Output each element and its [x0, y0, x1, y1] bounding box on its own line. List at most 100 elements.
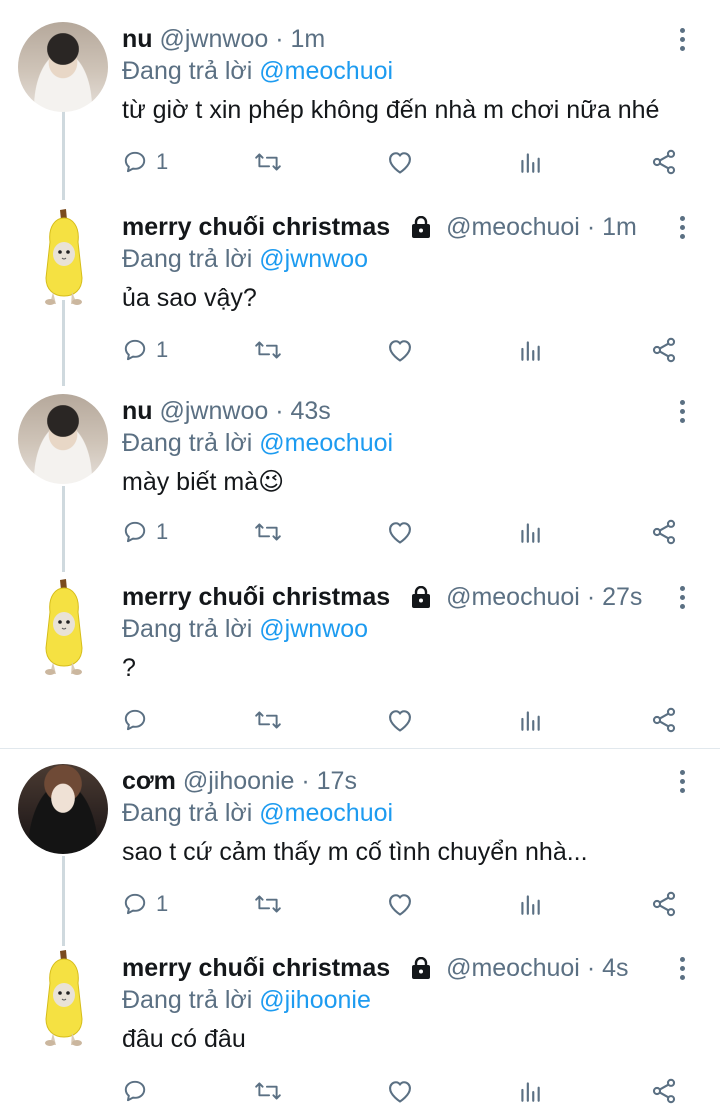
timestamp[interactable]: 27s [602, 583, 642, 611]
tweet-text: ủa sao vậy? [122, 284, 257, 312]
like-button[interactable] [386, 1073, 414, 1109]
reply-button[interactable] [122, 702, 156, 738]
user-handle[interactable]: @jwnwoo [160, 25, 269, 53]
heart-icon [389, 152, 411, 174]
action-bar: 1 [122, 514, 692, 550]
share-icon [652, 707, 676, 733]
tweet[interactable]: merry chuối christmas @meochuoi · 4s Đan… [0, 949, 720, 1116]
display-name[interactable]: nu [122, 25, 153, 53]
user-handle[interactable]: @meochuoi [446, 583, 580, 611]
share-button[interactable] [650, 332, 678, 368]
tweet-text-body: mày biết mà [122, 468, 259, 496]
reply-icon [124, 1080, 146, 1102]
retweet-button[interactable] [254, 702, 282, 738]
avatar[interactable] [18, 764, 108, 854]
analytics-icon [521, 341, 540, 361]
tweet[interactable]: merry chuối christmas @meochuoi · 1m Đan… [0, 208, 720, 380]
user-handle[interactable]: @jwnwoo [160, 397, 269, 425]
reply-button[interactable]: 1 [122, 886, 168, 922]
avatar[interactable] [36, 208, 92, 308]
like-button[interactable] [386, 144, 414, 180]
share-button[interactable] [650, 886, 678, 922]
analytics-button[interactable] [518, 144, 542, 180]
display-name[interactable]: merry chuối christmas [122, 213, 390, 241]
more-icon[interactable] [672, 398, 692, 428]
reply-context: Đang trả lời @jwnwoo [122, 242, 368, 276]
more-icon[interactable] [672, 955, 692, 985]
analytics-button[interactable] [518, 886, 542, 922]
reply-mention[interactable]: @meochuoi [259, 57, 393, 85]
share-icon [652, 519, 676, 545]
reply-mention[interactable]: @meochuoi [259, 429, 393, 457]
display-name[interactable]: nu [122, 397, 153, 425]
heart-icon [389, 522, 411, 544]
tweet[interactable]: nu @jwnwoo · 43s Đang trả lời @meochuoi … [0, 394, 720, 564]
display-name[interactable]: cơm [122, 767, 176, 795]
more-icon[interactable] [672, 26, 692, 56]
reply-button[interactable]: 1 [122, 332, 168, 368]
reply-mention[interactable]: @jwnwoo [259, 615, 368, 643]
timestamp[interactable]: 4s [602, 954, 628, 982]
analytics-button[interactable] [518, 1073, 542, 1109]
retweet-button[interactable] [254, 514, 282, 550]
display-name[interactable]: merry chuối christmas [122, 583, 390, 611]
tweet[interactable]: cơm @jihoonie · 17s Đang trả lời @meochu… [0, 764, 720, 934]
action-bar [122, 702, 692, 738]
timestamp-separator: · [301, 767, 310, 795]
tweet-text: đâu có đâu [122, 1025, 246, 1053]
analytics-icon [521, 895, 540, 915]
thread-divider [0, 748, 720, 749]
more-icon[interactable] [672, 584, 692, 614]
display-name[interactable]: merry chuối christmas [122, 954, 390, 982]
analytics-button[interactable] [518, 332, 542, 368]
like-button[interactable] [386, 886, 414, 922]
retweet-button[interactable] [254, 886, 282, 922]
avatar[interactable] [18, 22, 108, 112]
timestamp[interactable]: 1m [291, 25, 326, 53]
share-button[interactable] [650, 514, 678, 550]
heart-icon [389, 340, 411, 362]
retweet-button[interactable] [254, 1073, 282, 1109]
avatar[interactable] [18, 394, 108, 484]
user-handle[interactable]: @meochuoi [446, 213, 580, 241]
tweet-header: nu @jwnwoo · 1m [122, 22, 325, 56]
heart-icon [389, 1081, 411, 1103]
reply-button[interactable] [122, 1073, 156, 1109]
analytics-icon [521, 711, 540, 731]
reply-count: 1 [156, 337, 169, 362]
user-handle[interactable]: @meochuoi [446, 954, 580, 982]
analytics-button[interactable] [518, 702, 542, 738]
retweet-button[interactable] [254, 144, 282, 180]
like-button[interactable] [386, 514, 414, 550]
more-icon[interactable] [672, 768, 692, 798]
lock-icon [412, 216, 431, 239]
like-button[interactable] [386, 332, 414, 368]
more-icon[interactable] [672, 214, 692, 244]
avatar[interactable] [36, 949, 92, 1049]
retweet-icon [255, 711, 281, 729]
user-handle[interactable]: @jihoonie [183, 767, 295, 795]
reply-icon [124, 339, 146, 361]
like-button[interactable] [386, 702, 414, 738]
share-button[interactable] [650, 144, 678, 180]
share-button[interactable] [650, 702, 678, 738]
avatar[interactable] [36, 578, 92, 678]
reply-button[interactable]: 1 [122, 144, 168, 180]
reply-prefix: Đang trả lời [122, 245, 253, 273]
reply-mention[interactable]: @meochuoi [259, 799, 393, 827]
share-button[interactable] [650, 1073, 678, 1109]
reply-prefix: Đang trả lời [122, 986, 253, 1014]
reply-mention[interactable]: @jwnwoo [259, 245, 368, 273]
tweet[interactable]: nu @jwnwoo · 1m Đang trả lời @meochuoi t… [0, 22, 720, 192]
tweet[interactable]: merry chuối christmas @meochuoi · 27s Đa… [0, 578, 720, 740]
reply-icon [124, 709, 146, 731]
retweet-button[interactable] [254, 332, 282, 368]
reply-count: 1 [156, 149, 169, 174]
reply-button[interactable]: 1 [122, 514, 168, 550]
timestamp[interactable]: 17s [317, 767, 357, 795]
analytics-button[interactable] [518, 514, 542, 550]
reply-mention[interactable]: @jihoonie [259, 986, 371, 1014]
timestamp[interactable]: 1m [602, 213, 637, 241]
timestamp[interactable]: 43s [291, 397, 331, 425]
reply-count: 1 [156, 519, 169, 544]
